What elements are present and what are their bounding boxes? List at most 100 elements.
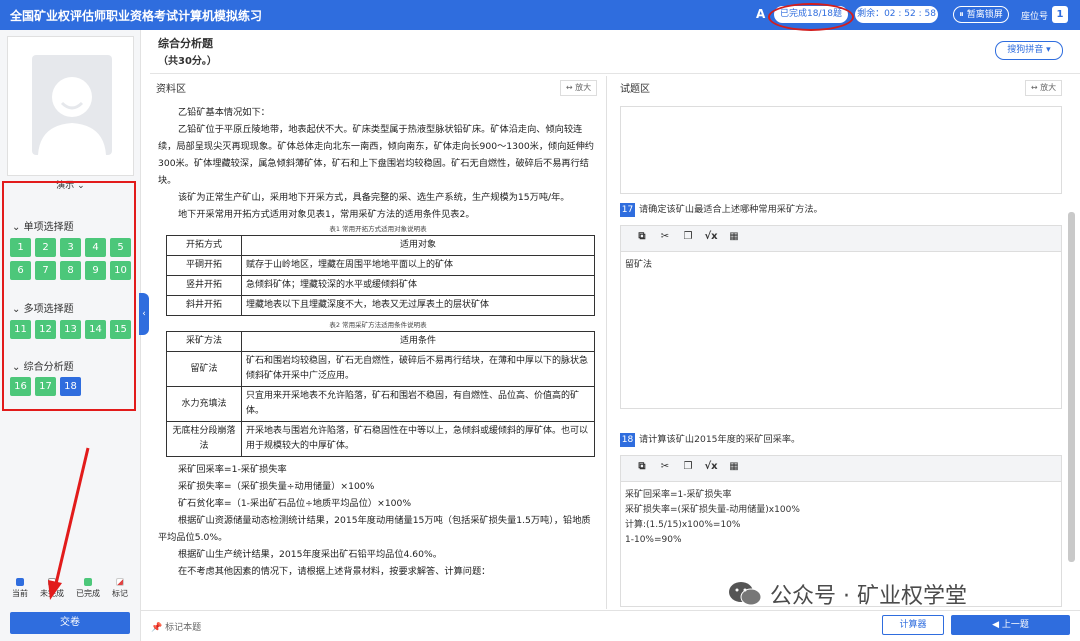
progress-highlight-oval [768, 3, 854, 31]
table-row: 斜井开拓 埋藏地表以下且埋藏深度不大，地表又无过厚表土的层状矿体 [166, 295, 595, 316]
question-nav-button[interactable]: 5 [110, 238, 131, 257]
question-nav-button[interactable]: 15 [110, 320, 131, 339]
sqrt-icon[interactable]: √x [704, 231, 718, 245]
ime-selector[interactable]: 搜狗拼音 ▾ [995, 41, 1063, 60]
answer-line: 计算:(1.5/15)x100%=10% [625, 520, 741, 530]
collapse-sidebar-button[interactable]: ‹ [139, 293, 149, 335]
answer-text[interactable]: 留矿法 [621, 252, 1061, 279]
answer-line: 1-10%=90% [625, 535, 682, 545]
section-analysis[interactable]: ⌄ 综合分析题 [12, 358, 74, 373]
caret-down-icon: ▾ [1046, 45, 1051, 55]
question-nav-button[interactable]: 1 [10, 238, 31, 257]
material-paragraph: 根据矿山资源储量动态检测统计结果，2015年度动用储量15万吨（包括采矿损失量1… [158, 515, 591, 543]
sqrt-icon[interactable]: √x [704, 461, 718, 475]
cut-icon[interactable]: ✂ [658, 461, 672, 475]
question-nav-button[interactable]: 14 [85, 320, 106, 339]
question-nav-button[interactable]: 7 [35, 261, 56, 280]
question-18: 18 请计算该矿山2015年度的采矿回采率。 [620, 431, 800, 447]
question-text: 请计算该矿山2015年度的采矿回采率。 [639, 434, 801, 445]
material-zoom-button[interactable]: ↔ 放大 [560, 80, 597, 96]
mark-question-button[interactable]: 📌 标记本题 [151, 620, 201, 633]
section-title: 综合分析题 [23, 362, 74, 373]
timer-badge: 剩余：02 : 52 : 58 [855, 6, 938, 23]
table2: 采矿方法 适用条件 留矿法 矿石和围岩均较稳固，矿石无自燃性，破碎后不易再行结块，在… [166, 331, 595, 457]
chevron-left-icon: ‹ [142, 309, 146, 319]
table2-caption: 表2 常用采矿方法适用条件说明表 [329, 321, 427, 329]
question-nav-button[interactable]: 6 [10, 261, 31, 280]
legend-label: 已完成 [76, 589, 100, 598]
material-paragraph: 地下开采常用开拓方式适用对象见表1，常用采矿方法的适用条件见表2。 [178, 209, 475, 220]
formula-line: 矿石贫化率=（1-采出矿石品位÷地质平均品位）×100% [178, 498, 412, 509]
analysis-grid: 16 17 18 [10, 377, 131, 396]
table-cell: 埋藏地表以下且埋藏深度不大，地表又无过厚表土的层状矿体 [241, 295, 595, 316]
table-icon[interactable]: ▦ [727, 231, 741, 245]
question-nav-button[interactable]: 4 [85, 238, 106, 257]
question-nav-button[interactable]: 18 [60, 377, 81, 396]
avatar-frame [7, 36, 134, 176]
calculator-button[interactable]: 计算器 [882, 615, 944, 635]
seat-label: 座位号 [1021, 12, 1049, 22]
pin-icon: 📌 [151, 623, 163, 633]
ime-label: 搜狗拼音 [1007, 45, 1044, 55]
pause-icon: ⏸ [959, 10, 964, 20]
previous-question-button[interactable]: ◀ 上一题 [951, 615, 1070, 635]
material-content: 乙铅矿基本情况如下： 乙铅矿位于平原丘陵地带，地表起伏不大。矿床类型属于热液型脉… [158, 104, 598, 580]
question-nav-button[interactable]: 13 [60, 320, 81, 339]
question-nav-button[interactable]: 3 [60, 238, 81, 257]
table-cell: 矿石和围岩均较稳固，矿石无自燃性，破碎后不易再行结块，在薄和中厚以下的脉状急倾斜… [241, 351, 595, 387]
questions-zoom-button[interactable]: ↔ 放大 [1025, 80, 1062, 96]
copy-icon[interactable]: ⧉ [635, 231, 649, 245]
section-single-choice[interactable]: ⌄ 单项选择题 [12, 218, 74, 233]
marked-swatch [116, 578, 124, 586]
questions-label: 试题区 [620, 84, 650, 95]
previous-answer-box[interactable] [620, 106, 1062, 194]
current-swatch [16, 578, 24, 586]
pause-label: 暂离锁屏 [966, 10, 1003, 20]
answer-editor-17[interactable]: ⧉ ✂ ❐ √x ▦ 留矿法 [620, 225, 1062, 409]
question-number: 17 [620, 203, 635, 217]
answer-text[interactable]: 采矿回采率=1-采矿损失率 采矿损失率=(采矿损失量-动用储量)x100% 计算… [621, 482, 1061, 554]
formula-line: 采矿回采率=1-采矿损失率 [178, 464, 287, 475]
section-multi-choice[interactable]: ⌄ 多项选择题 [12, 300, 74, 315]
expand-icon: ↔ [1030, 83, 1038, 92]
legend-undone: 未完成 [40, 578, 64, 599]
pause-lock-button[interactable]: ⏸ 暂离锁屏 [953, 6, 1009, 23]
editor-toolbar: ⧉ ✂ ❐ √x ▦ [621, 226, 1061, 252]
table-cell: 急倾斜矿体；埋藏较深的水平或缓倾斜矿体 [241, 275, 595, 296]
paste-icon[interactable]: ❐ [681, 231, 695, 245]
question-nav-button[interactable]: 8 [60, 261, 81, 280]
table-header: 开拓方式 [166, 235, 242, 256]
material-paragraph: 根据矿山生产统计结果，2015年度采出矿石铅平均品位4.60%。 [178, 549, 442, 560]
answer-line: 采矿回采率=1-采矿损失率 [625, 490, 732, 500]
cut-icon[interactable]: ✂ [658, 231, 672, 245]
table-cell: 留矿法 [166, 351, 242, 387]
table-cell: 赋存于山岭地区，埋藏在周围平地地平面以上的矿体 [241, 255, 595, 276]
prev-label: 上一题 [1001, 620, 1029, 630]
question-17: 17 请确定该矿山最适合上述哪种常用采矿方法。 [620, 201, 823, 217]
table-cell: 水力充填法 [166, 386, 242, 422]
font-size-icon[interactable]: A [756, 7, 765, 21]
chevron-down-icon: ⌄ [12, 222, 21, 233]
table-row: 无底柱分段崩落法 开采地表与围岩允许陷落，矿石稳固性在中等以上，急倾斜或缓倾斜的厚… [166, 421, 595, 457]
panel-divider[interactable] [606, 76, 607, 609]
question-nav-button[interactable]: 2 [35, 238, 56, 257]
table-cell: 平硐开拓 [166, 255, 242, 276]
question-nav-button[interactable]: 12 [35, 320, 56, 339]
scrollbar[interactable] [1068, 212, 1075, 562]
table-row: 竖井开拓 急倾斜矿体；埋藏较深的水平或缓倾斜矿体 [166, 275, 595, 296]
copy-icon[interactable]: ⧉ [635, 461, 649, 475]
seat-number: 1 [1052, 6, 1068, 23]
question-nav-button[interactable]: 17 [35, 377, 56, 396]
table-row: 留矿法 矿石和围岩均较稳固，矿石无自燃性，破碎后不易再行结块，在薄和中厚以下的脉状… [166, 351, 595, 387]
paste-icon[interactable]: ❐ [681, 461, 695, 475]
submit-button[interactable]: 交卷 [10, 612, 130, 634]
legend-label: 未完成 [40, 589, 64, 598]
back-icon: ◀ [992, 620, 1000, 630]
legend-label: 当前 [12, 589, 28, 598]
question-nav-button[interactable]: 9 [85, 261, 106, 280]
material-paragraph: 乙铅矿位于平原丘陵地带，地表起伏不大。矿床类型属于热液型脉状铅矿床。矿体沿走向、… [158, 124, 594, 186]
table-icon[interactable]: ▦ [727, 461, 741, 475]
question-nav-button[interactable]: 10 [110, 261, 131, 280]
question-nav-button[interactable]: 16 [10, 377, 31, 396]
question-nav-button[interactable]: 11 [10, 320, 31, 339]
